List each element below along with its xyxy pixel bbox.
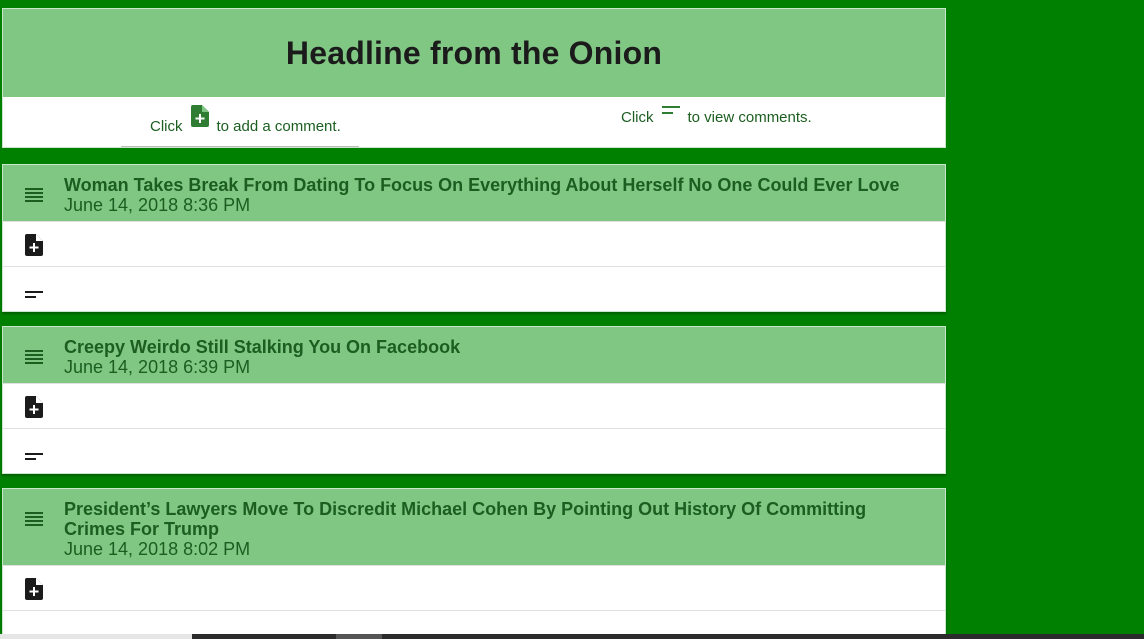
article-card: President’s Lawyers Move To Discredit Mi… [2, 488, 946, 639]
view-comments-icon[interactable] [25, 448, 43, 466]
menu-lines-icon[interactable] [25, 187, 43, 208]
header-hints: Click to add a comment. Click to view co… [3, 97, 945, 148]
add-comment-icon[interactable] [25, 396, 43, 423]
article-title: Woman Takes Break From Dating To Focus O… [64, 175, 900, 195]
view-hint-prefix: Click [621, 109, 654, 126]
article-date: June 14, 2018 8:36 PM [64, 195, 251, 215]
article-header[interactable]: Creepy Weirdo Still Stalking You On Face… [3, 327, 945, 383]
article-date: June 14, 2018 8:02 PM [64, 539, 251, 559]
add-comment-hint: Click to add a comment. [150, 105, 341, 135]
note-add-icon [190, 105, 209, 131]
bottom-scrollbar[interactable] [0, 634, 1144, 639]
scrollbar-segment [0, 634, 192, 639]
article-title: President’s Lawyers Move To Discredit Mi… [64, 499, 867, 539]
page-title: Headline from the Onion [285, 34, 663, 71]
hint-divider [121, 146, 359, 147]
add-comment-icon[interactable] [25, 578, 43, 605]
short-text-icon [661, 105, 680, 122]
add-hint-prefix: Click [150, 118, 183, 135]
add-comment-row [3, 383, 945, 428]
scrollbar-segment [336, 634, 382, 639]
view-comments-icon[interactable] [25, 286, 43, 304]
header-card: Headline from the Onion Click to add a c… [2, 8, 946, 148]
menu-lines-icon[interactable] [25, 349, 43, 370]
menu-lines-icon[interactable] [25, 511, 43, 532]
article-card: Woman Takes Break From Dating To Focus O… [2, 164, 946, 312]
view-comments-row [3, 428, 945, 473]
add-comment-icon[interactable] [25, 234, 43, 261]
article-header[interactable]: President’s Lawyers Move To Discredit Mi… [3, 489, 945, 565]
article-card: Creepy Weirdo Still Stalking You On Face… [2, 326, 946, 474]
article-title: Creepy Weirdo Still Stalking You On Face… [64, 337, 461, 357]
view-hint-suffix: to view comments. [687, 109, 812, 126]
page: Headline from the Onion Click to add a c… [0, 0, 1144, 639]
header-title-bar: Headline from the Onion [3, 9, 945, 97]
add-comment-row [3, 565, 945, 610]
article-date: June 14, 2018 6:39 PM [64, 357, 251, 377]
view-comments-row [3, 266, 945, 311]
add-comment-row [3, 221, 945, 266]
article-header[interactable]: Woman Takes Break From Dating To Focus O… [3, 165, 945, 221]
add-hint-suffix: to add a comment. [216, 118, 341, 135]
view-comments-hint: Click to view comments. [621, 106, 812, 126]
